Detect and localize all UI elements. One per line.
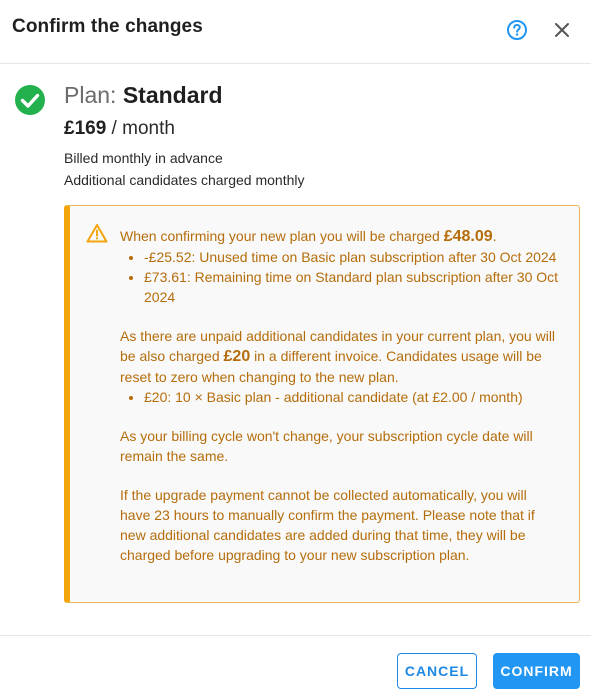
payment-collection-note: If the upgrade payment cannot be collect… (120, 487, 535, 563)
close-icon[interactable] (553, 21, 571, 39)
plan-heading: Plan: Standard (64, 82, 223, 109)
unpaid-amount: £20 (223, 348, 251, 365)
unpaid-breakdown-list: £20: 10 × Basic plan - additional candid… (120, 387, 560, 407)
list-item: £20: 10 × Basic plan - additional candid… (144, 387, 560, 407)
help-circle-icon[interactable] (506, 19, 528, 41)
cancel-button[interactable]: CANCEL (397, 653, 477, 689)
dialog-header: Confirm the changes (0, 0, 591, 64)
plan-name: Standard (122, 82, 223, 108)
charge-summary: When confirming your new plan you will b… (120, 226, 560, 247)
charge-intro: When confirming your new plan you will b… (120, 228, 444, 244)
additional-candidates-note: Additional candidates charged monthly (64, 172, 305, 188)
charge-amount: £48.09 (443, 228, 493, 245)
billing-frequency: Billed monthly in advance (64, 150, 223, 166)
warning-triangle-icon (86, 223, 108, 243)
list-item: £73.61: Remaining time on Standard plan … (144, 267, 560, 307)
price-period: / month (106, 118, 175, 139)
price-amount: £169 (64, 118, 107, 139)
billing-cycle-note: As your billing cycle won't change, your… (120, 428, 533, 464)
charge-breakdown-list: -£25.52: Unused time on Basic plan subsc… (120, 247, 560, 307)
list-item: -£25.52: Unused time on Basic plan subsc… (144, 247, 560, 267)
dialog-footer: CANCEL CONFIRM (0, 635, 591, 699)
plan-price: £169 / month (64, 118, 175, 140)
confirm-button[interactable]: CONFIRM (493, 653, 580, 689)
billing-info: Billed monthly in advance Additional can… (64, 147, 305, 191)
charge-warning-box: When confirming your new plan you will b… (64, 205, 580, 603)
dialog-title: Confirm the changes (12, 16, 203, 37)
check-circle-icon (14, 84, 46, 116)
charge-end: . (492, 228, 497, 244)
warning-content: When confirming your new plan you will b… (120, 226, 560, 565)
unpaid-candidates-note: As there are unpaid additional candidate… (120, 326, 560, 387)
plan-prefix: Plan: (64, 82, 123, 108)
